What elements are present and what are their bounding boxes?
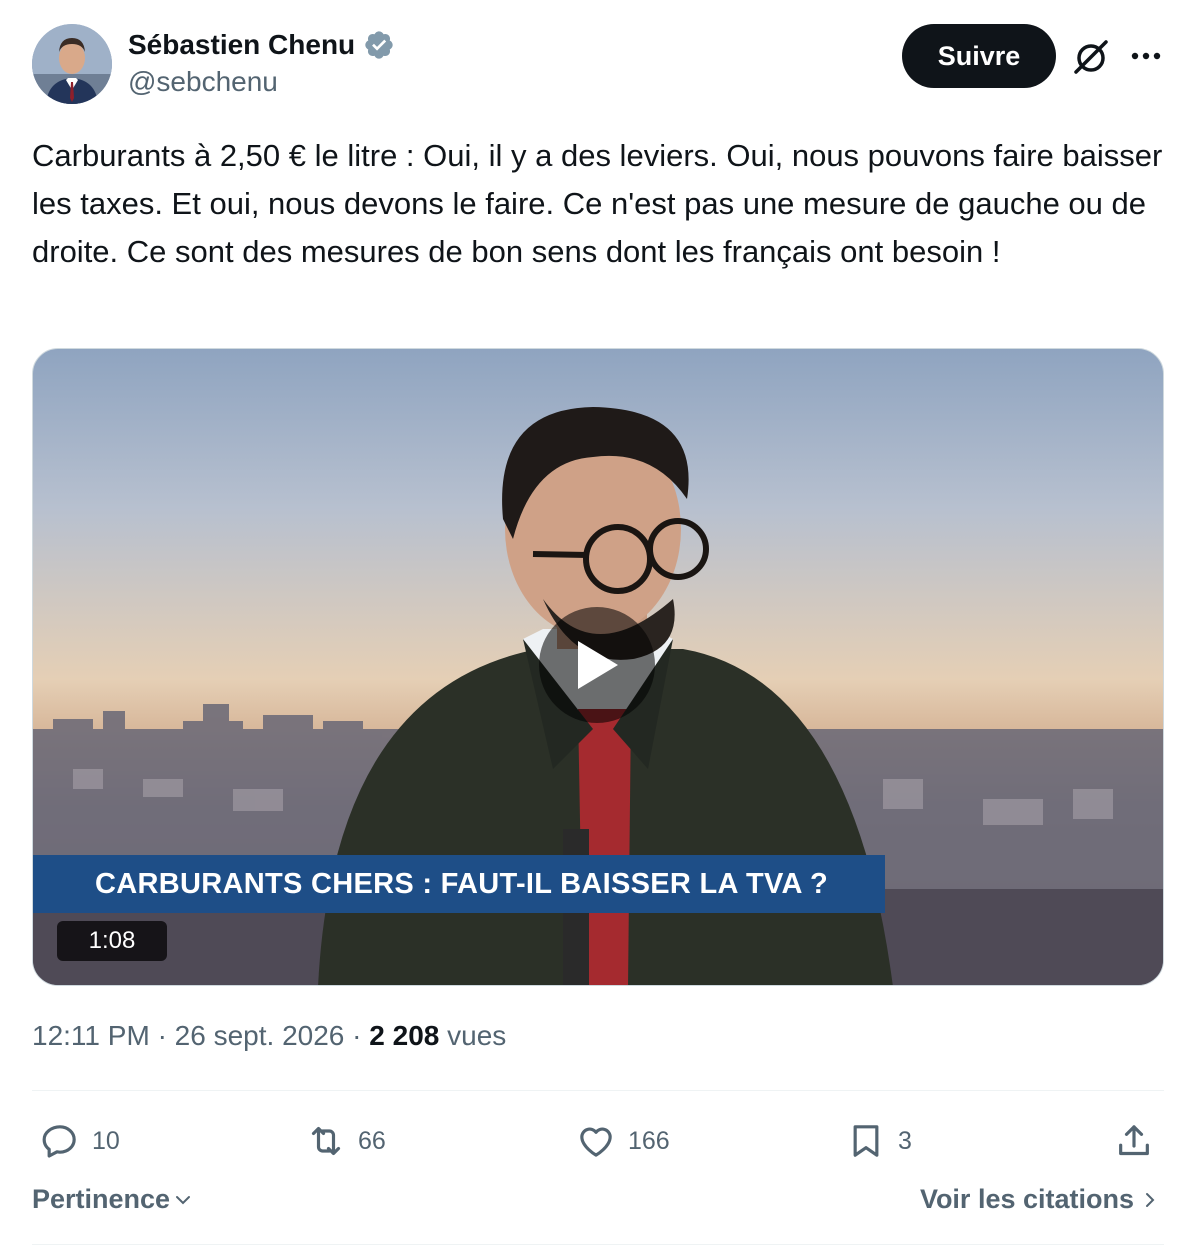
name-row: Sébastien Chenu [128, 26, 395, 64]
divider [32, 1244, 1164, 1245]
avatar[interactable] [32, 24, 112, 104]
grok-slash-icon[interactable] [1070, 36, 1112, 78]
tweet-page: Sébastien Chenu @sebchenu Suivre Carbura… [0, 0, 1196, 1246]
tweet-time[interactable]: 12:11 PM [32, 1020, 150, 1051]
chevron-right-icon [1146, 1192, 1155, 1207]
share-button[interactable] [1114, 1118, 1154, 1164]
meta-separator: · [157, 1020, 167, 1051]
video-player[interactable]: CARBURANTS CHERS : FAUT-IL BAISSER LA TV… [32, 348, 1164, 986]
views-label: vues [447, 1020, 507, 1051]
play-button[interactable] [539, 607, 655, 723]
heart-icon [580, 1127, 612, 1157]
meta-separator: · [352, 1020, 362, 1051]
like-count: 166 [628, 1126, 670, 1155]
view-quotes-link[interactable]: Voir les citations [920, 1184, 1160, 1215]
video-chyron: CARBURANTS CHERS : FAUT-IL BAISSER LA TV… [33, 855, 885, 913]
reply-button[interactable]: 10 [40, 1118, 120, 1164]
repost-button[interactable]: 66 [306, 1118, 386, 1164]
reply-count: 10 [92, 1126, 120, 1155]
author-handle[interactable]: @sebchenu [128, 66, 395, 98]
repost-count: 66 [358, 1126, 386, 1155]
repost-icon [311, 1126, 341, 1156]
sort-dropdown[interactable]: Pertinence [32, 1184, 194, 1215]
author-block: Sébastien Chenu @sebchenu [128, 26, 395, 98]
reply-icon [42, 1125, 76, 1158]
like-button[interactable]: 166 [576, 1118, 670, 1164]
chevron-down-icon [176, 1195, 191, 1204]
tweet-date[interactable]: 26 sept. 2026 [175, 1020, 345, 1051]
avatar-portrait [32, 24, 112, 104]
bookmark-button[interactable]: 3 [846, 1118, 912, 1164]
more-dots-icon[interactable] [1124, 38, 1168, 74]
share-icon [1119, 1125, 1149, 1156]
views-count: 2 208 [369, 1020, 440, 1051]
quotes-label: Voir les citations [919, 1184, 1134, 1214]
follow-button[interactable]: Suivre [902, 24, 1056, 88]
play-icon [578, 641, 618, 689]
divider [32, 1090, 1164, 1091]
tweet-meta: 12:11 PM · 26 sept. 2026 · 2 208 vues [32, 1020, 506, 1052]
tweet-text: Carburants à 2,50 € le litre : Oui, il y… [32, 138, 1163, 269]
bookmark-count: 3 [898, 1126, 912, 1155]
bookmark-icon [853, 1125, 879, 1157]
sort-label: Pertinence [32, 1184, 171, 1214]
video-duration: 1:08 [57, 921, 167, 961]
author-name[interactable]: Sébastien Chenu [128, 29, 355, 61]
verified-badge-icon[interactable] [363, 29, 395, 61]
